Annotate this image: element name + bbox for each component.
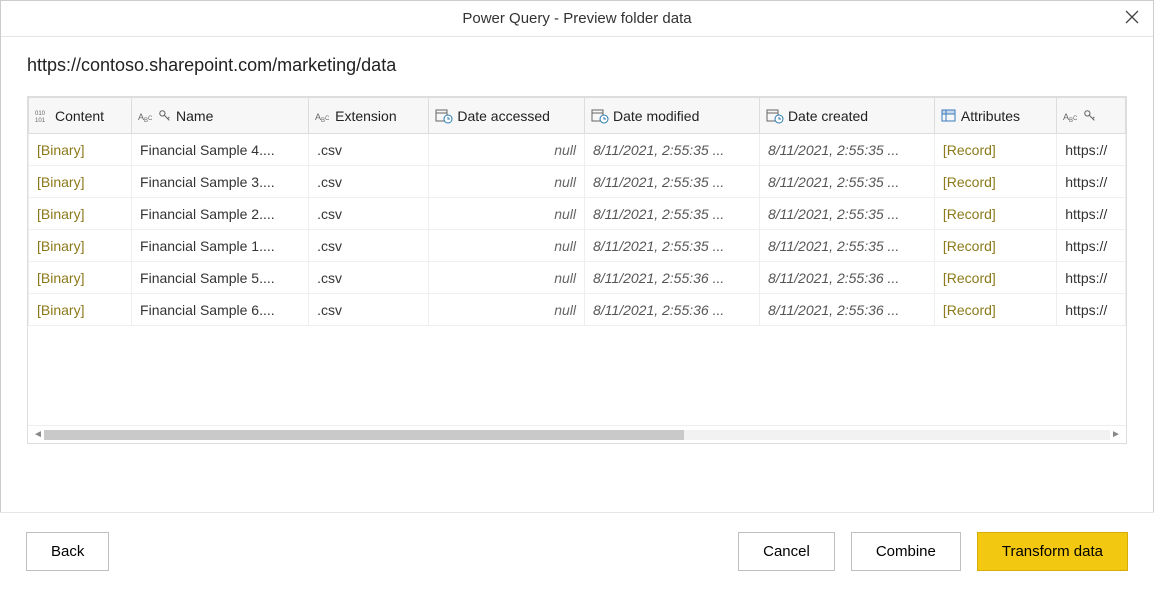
cell-attributes[interactable]: [Record] xyxy=(934,262,1056,294)
calendar-clock-icon xyxy=(435,108,453,124)
cell-content[interactable]: [Binary] xyxy=(29,294,132,326)
cell-date-modified: 8/11/2021, 2:55:35 ... xyxy=(584,166,759,198)
cell-folder-path: https:// xyxy=(1057,230,1126,262)
cell-name: Financial Sample 6.... xyxy=(132,294,309,326)
col-name[interactable]: ABC Name xyxy=(132,98,309,134)
calendar-clock-icon xyxy=(766,108,784,124)
cell-folder-path: https:// xyxy=(1057,262,1126,294)
cell-content[interactable]: [Binary] xyxy=(29,262,132,294)
transform-data-button[interactable]: Transform data xyxy=(977,532,1128,571)
col-date-created[interactable]: Date created xyxy=(759,98,934,134)
cell-content[interactable]: [Binary] xyxy=(29,198,132,230)
text-type-icon: ABC xyxy=(315,108,331,124)
cell-extension: .csv xyxy=(309,134,429,166)
cell-extension: .csv xyxy=(309,294,429,326)
cell-attributes[interactable]: [Record] xyxy=(934,134,1056,166)
cell-date-created: 8/11/2021, 2:55:36 ... xyxy=(759,262,934,294)
cell-date-accessed: null xyxy=(429,262,585,294)
table-type-icon xyxy=(941,108,957,124)
cell-name: Financial Sample 2.... xyxy=(132,198,309,230)
cell-name: Financial Sample 5.... xyxy=(132,262,309,294)
cell-date-modified: 8/11/2021, 2:55:35 ... xyxy=(584,230,759,262)
scroll-left-icon[interactable]: ◄ xyxy=(32,429,44,440)
calendar-clock-icon xyxy=(591,108,609,124)
cell-extension: .csv xyxy=(309,230,429,262)
folder-url: https://contoso.sharepoint.com/marketing… xyxy=(27,55,1127,76)
cell-attributes[interactable]: [Record] xyxy=(934,198,1056,230)
horizontal-scrollbar[interactable]: ◄ ► xyxy=(28,425,1126,443)
svg-text:010: 010 xyxy=(35,111,46,117)
header-row: 010101 Content ABC xyxy=(29,98,1126,134)
cell-date-accessed: null xyxy=(429,198,585,230)
cell-content[interactable]: [Binary] xyxy=(29,134,132,166)
scroll-right-icon[interactable]: ► xyxy=(1110,429,1122,440)
col-date-modified[interactable]: Date modified xyxy=(584,98,759,134)
key-icon xyxy=(1083,109,1097,123)
binary-type-icon: 010101 xyxy=(35,108,51,124)
text-type-icon: ABC xyxy=(1063,108,1079,124)
table-row[interactable]: [Binary]Financial Sample 2.....csvnull8/… xyxy=(29,198,1126,230)
cell-date-created: 8/11/2021, 2:55:35 ... xyxy=(759,166,934,198)
col-folder-path[interactable]: ABC xyxy=(1057,98,1126,134)
cell-date-modified: 8/11/2021, 2:55:35 ... xyxy=(584,134,759,166)
key-icon xyxy=(158,109,172,123)
content-area: https://contoso.sharepoint.com/marketing… xyxy=(1,37,1153,444)
table-row[interactable]: [Binary]Financial Sample 4.....csvnull8/… xyxy=(29,134,1126,166)
cell-date-created: 8/11/2021, 2:55:36 ... xyxy=(759,294,934,326)
col-attributes[interactable]: Attributes xyxy=(934,98,1056,134)
cell-attributes[interactable]: [Record] xyxy=(934,166,1056,198)
titlebar: Power Query - Preview folder data xyxy=(1,1,1153,37)
cell-date-modified: 8/11/2021, 2:55:35 ... xyxy=(584,198,759,230)
cell-folder-path: https:// xyxy=(1057,166,1126,198)
cell-attributes[interactable]: [Record] xyxy=(934,230,1056,262)
cell-extension: .csv xyxy=(309,262,429,294)
close-icon[interactable] xyxy=(1125,9,1139,27)
svg-text:C: C xyxy=(148,116,153,122)
table-row[interactable]: [Binary]Financial Sample 6.....csvnull8/… xyxy=(29,294,1126,326)
back-button[interactable]: Back xyxy=(26,532,109,571)
preview-table: 010101 Content ABC xyxy=(27,96,1127,444)
cell-extension: .csv xyxy=(309,166,429,198)
cell-folder-path: https:// xyxy=(1057,134,1126,166)
window-title: Power Query - Preview folder data xyxy=(462,10,691,27)
svg-text:C: C xyxy=(1073,116,1078,122)
cell-date-created: 8/11/2021, 2:55:35 ... xyxy=(759,198,934,230)
table-row[interactable]: [Binary]Financial Sample 1.....csvnull8/… xyxy=(29,230,1126,262)
scroll-thumb[interactable] xyxy=(44,430,684,440)
cell-date-accessed: null xyxy=(429,294,585,326)
cell-extension: .csv xyxy=(309,198,429,230)
cell-date-accessed: null xyxy=(429,230,585,262)
cell-content[interactable]: [Binary] xyxy=(29,166,132,198)
col-content[interactable]: 010101 Content xyxy=(29,98,132,134)
cell-folder-path: https:// xyxy=(1057,198,1126,230)
cell-content[interactable]: [Binary] xyxy=(29,230,132,262)
dialog-footer: Back Cancel Combine Transform data xyxy=(0,512,1154,590)
cell-date-modified: 8/11/2021, 2:55:36 ... xyxy=(584,294,759,326)
col-date-accessed[interactable]: Date accessed xyxy=(429,98,585,134)
table-row[interactable]: [Binary]Financial Sample 3.....csvnull8/… xyxy=(29,166,1126,198)
svg-text:101: 101 xyxy=(35,118,46,124)
scroll-track[interactable] xyxy=(44,430,1110,440)
svg-text:C: C xyxy=(325,116,330,122)
table-row[interactable]: [Binary]Financial Sample 5.....csvnull8/… xyxy=(29,262,1126,294)
cell-name: Financial Sample 3.... xyxy=(132,166,309,198)
text-type-icon: ABC xyxy=(138,108,154,124)
cell-date-accessed: null xyxy=(429,166,585,198)
cell-date-created: 8/11/2021, 2:55:35 ... xyxy=(759,134,934,166)
cell-folder-path: https:// xyxy=(1057,294,1126,326)
cell-name: Financial Sample 1.... xyxy=(132,230,309,262)
cell-date-created: 8/11/2021, 2:55:35 ... xyxy=(759,230,934,262)
combine-button[interactable]: Combine xyxy=(851,532,961,571)
cell-attributes[interactable]: [Record] xyxy=(934,294,1056,326)
cell-date-accessed: null xyxy=(429,134,585,166)
cell-name: Financial Sample 4.... xyxy=(132,134,309,166)
col-extension[interactable]: ABC Extension xyxy=(309,98,429,134)
cancel-button[interactable]: Cancel xyxy=(738,532,835,571)
cell-date-modified: 8/11/2021, 2:55:36 ... xyxy=(584,262,759,294)
